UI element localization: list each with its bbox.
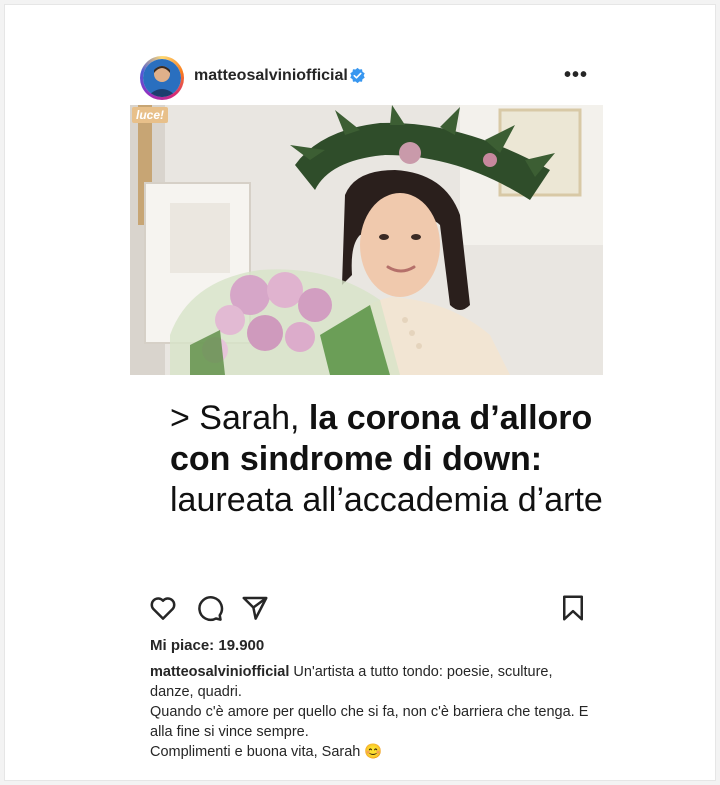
username[interactable]: matteosalviniofficial [194,67,348,85]
caption-line2: Quando c'è amore per quello che si fa, n… [150,704,589,740]
headline-text: > Sarah, la corona d’alloro con sindrome… [170,398,620,521]
channel-logo: luce! [132,107,169,123]
caption-line3: Complimenti e buona vita, Sarah 😊 [150,744,383,760]
paper-plane-icon[interactable] [240,593,270,623]
headline-rest: laureata all’accademia d’arte [170,481,603,519]
heart-icon[interactable] [148,593,178,623]
more-options-icon[interactable]: ••• [564,64,588,87]
comment-icon[interactable] [194,593,224,623]
post-image[interactable]: luce! [130,105,603,375]
likes-count[interactable]: Mi piace: 19.900 [150,637,264,654]
caption-username[interactable]: matteosalviniofficial [150,664,289,680]
verified-badge-icon [349,67,366,84]
headline-prefix: > Sarah, [170,399,309,437]
story-ring[interactable] [140,56,184,100]
post-actions [148,593,588,625]
avatar[interactable] [143,59,181,97]
post-header: matteosalviniofficial ••• [136,50,606,106]
bookmark-icon[interactable] [558,593,588,623]
post-caption: matteosalviniofficial Un'artista a tutto… [150,662,590,762]
